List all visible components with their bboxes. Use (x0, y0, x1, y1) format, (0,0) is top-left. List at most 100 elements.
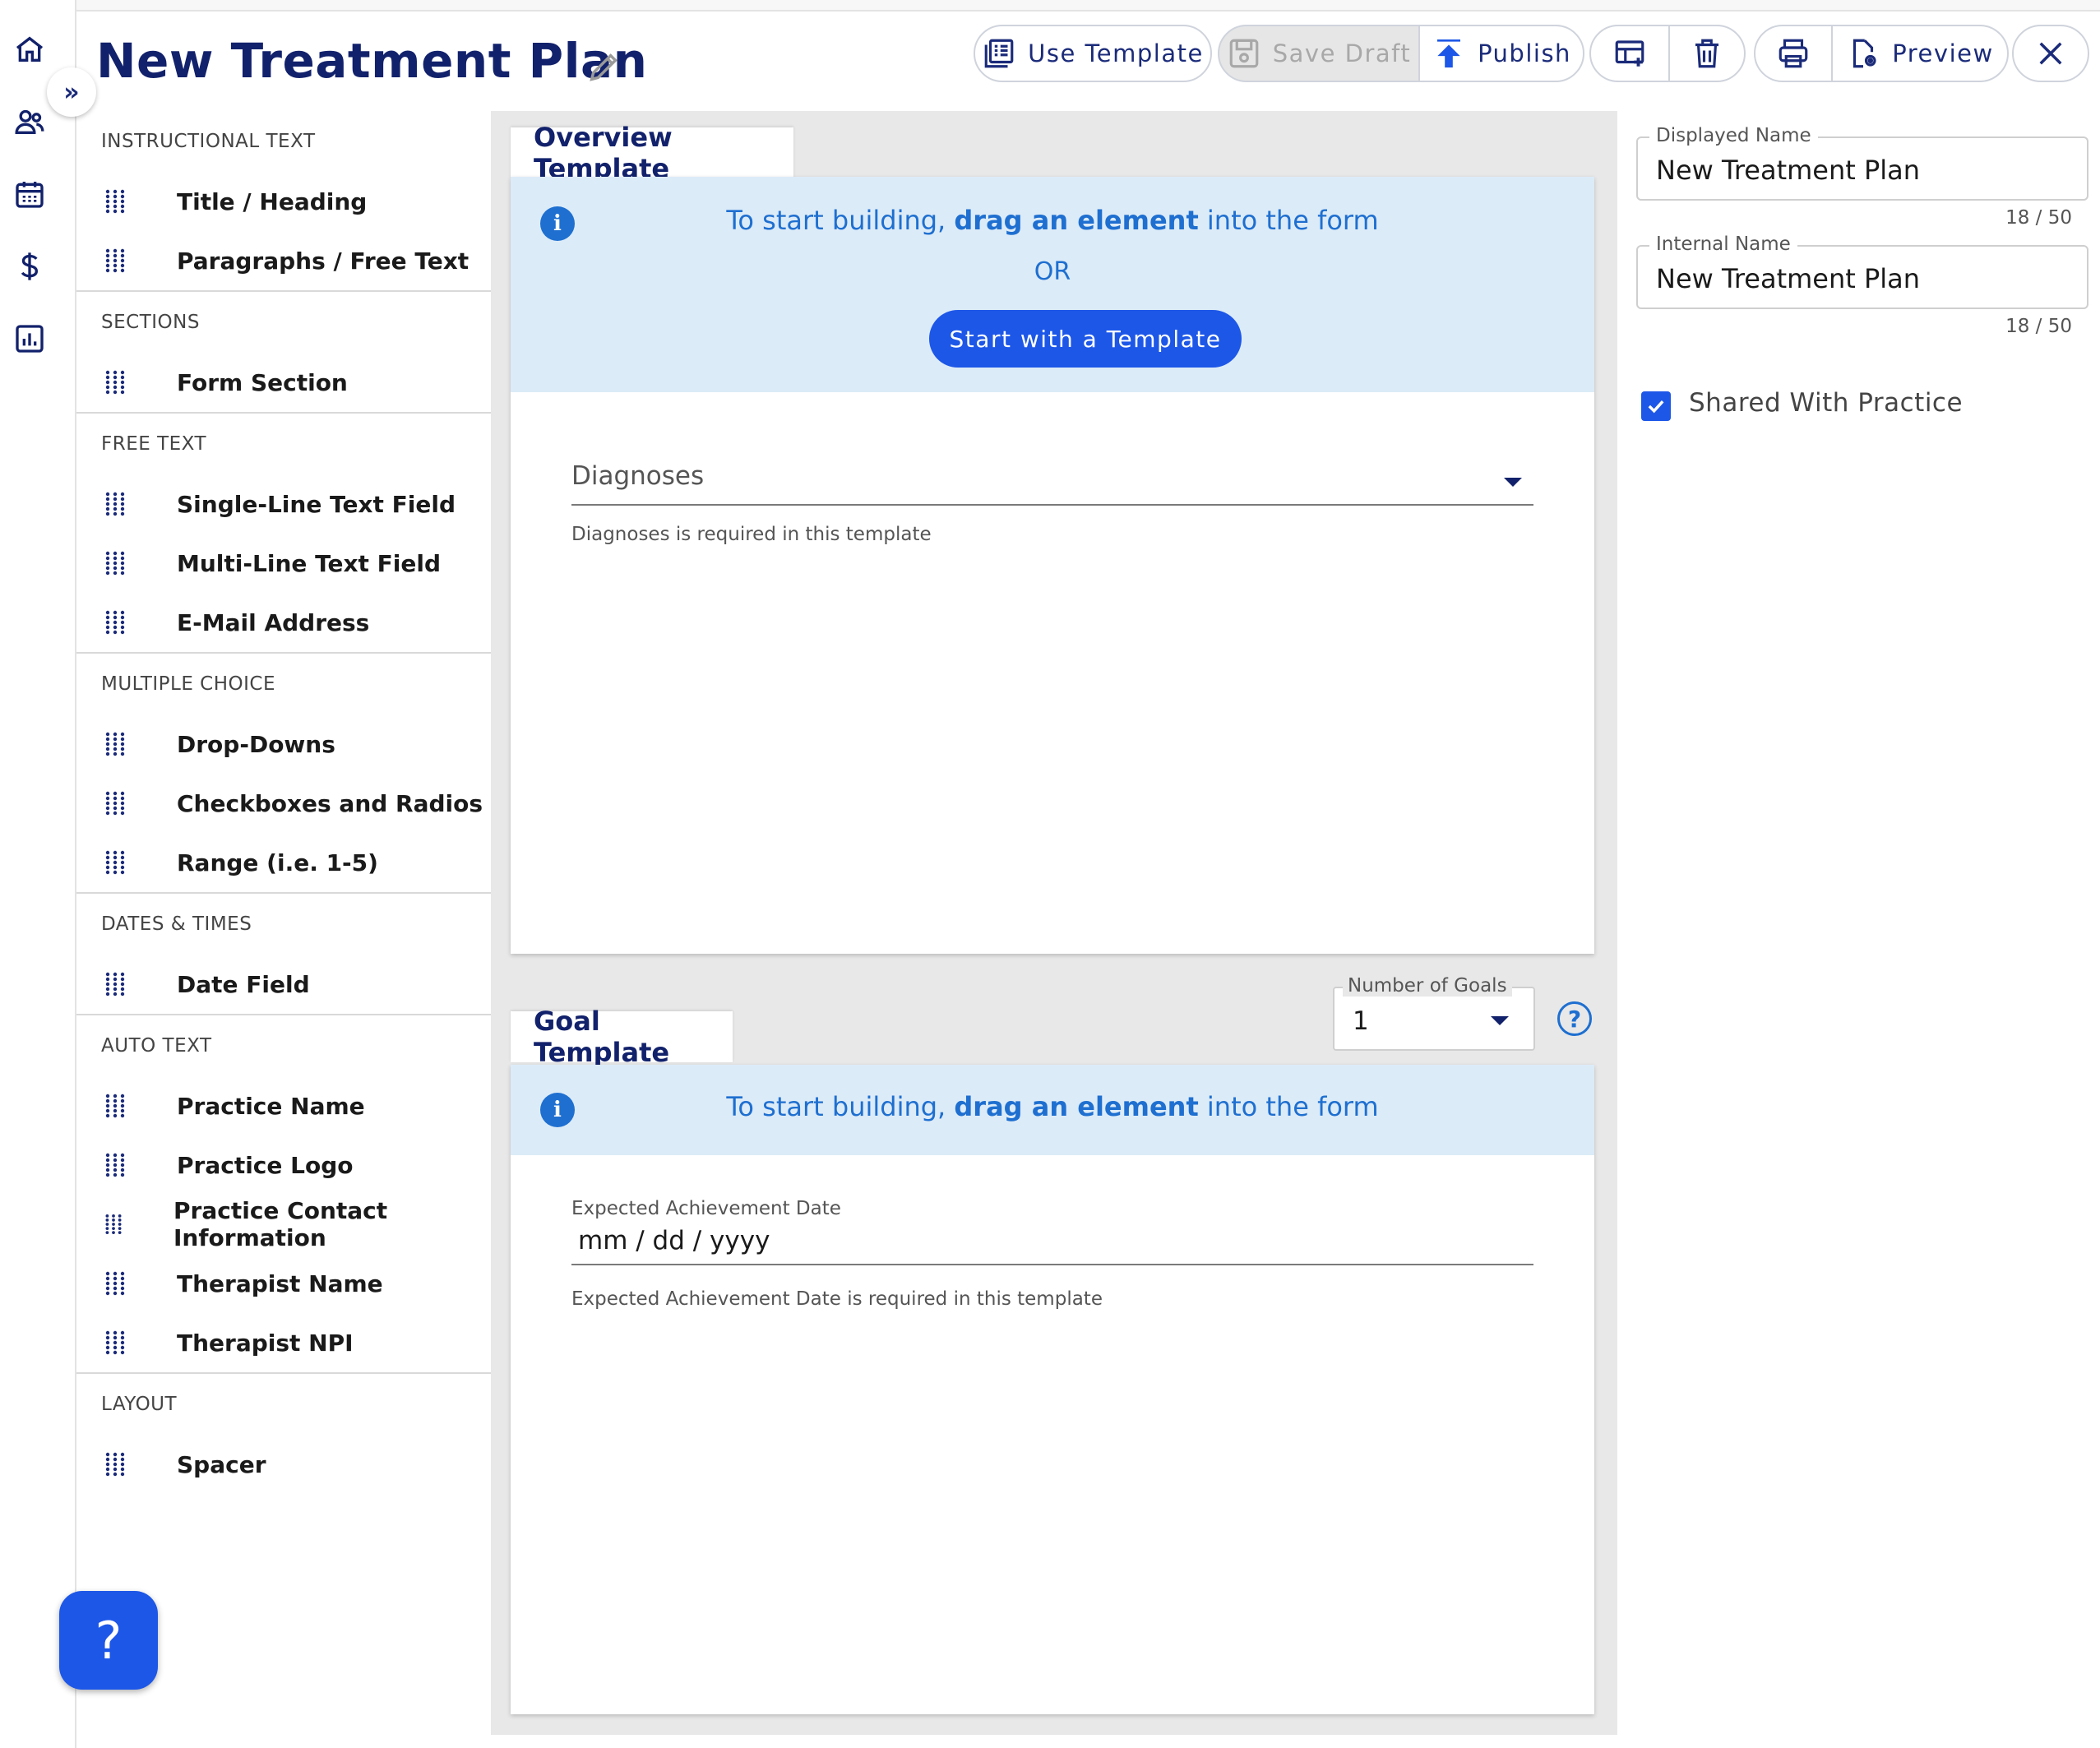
diagnoses-helper-text: Diagnoses is required in this template (571, 524, 932, 545)
billing-icon[interactable] (12, 248, 48, 284)
shared-with-practice-label: Shared With Practice (1689, 388, 1964, 418)
palette-item-label: Paragraphs / Free Text (177, 247, 469, 275)
palette-item[interactable]: Spacer (76, 1435, 491, 1494)
save-draft-button[interactable]: Save Draft (1218, 25, 1420, 82)
goal-info-banner: i To start building, drag an element int… (511, 1065, 1594, 1155)
palette-item-label: Therapist NPI (177, 1329, 354, 1357)
save-icon (1229, 39, 1259, 68)
palette-item[interactable]: Drop-Downs (76, 714, 491, 774)
element-palette: INSTRUCTIONAL TEXT Title / Heading Paragra… (76, 111, 491, 1494)
publish-button[interactable]: Publish (1418, 25, 1584, 82)
goal-panel: i To start building, drag an element int… (511, 1065, 1594, 1714)
palette-item[interactable]: Practice Logo (76, 1135, 491, 1195)
close-button[interactable] (2012, 25, 2089, 82)
use-template-button[interactable]: Use Template (974, 25, 1212, 82)
palette-item[interactable]: Date Field (76, 955, 491, 1014)
palette-section-header: LAYOUT (101, 1394, 178, 1415)
add-section-icon (1615, 40, 1644, 67)
palette-item[interactable]: Therapist NPI (76, 1313, 491, 1372)
drag-handle-icon (105, 972, 125, 997)
expected-date-input[interactable]: mm / dd / yyyy (571, 1226, 1533, 1265)
home-icon[interactable] (12, 31, 48, 67)
palette-item-label: Date Field (177, 970, 310, 998)
drag-handle-icon (105, 248, 125, 273)
palette-section-header: INSTRUCTIONAL TEXT (101, 131, 316, 152)
drag-handle-icon (105, 1330, 125, 1355)
pencil-icon[interactable] (585, 48, 623, 86)
palette-item[interactable]: Therapist Name (76, 1254, 491, 1313)
drag-handle-icon (105, 370, 125, 395)
printer-icon (1779, 39, 1808, 68)
expand-sidebar-button[interactable]: » (47, 67, 96, 117)
help-fab-button[interactable]: ? (59, 1591, 158, 1690)
palette-item-label: Title / Heading (177, 187, 368, 215)
displayed-name-counter: 18 / 50 (2005, 207, 2072, 229)
palette-item[interactable]: E-Mail Address (76, 593, 491, 652)
close-icon (2039, 42, 2062, 65)
palette-item-label: Form Section (177, 368, 348, 396)
palette-section-header: FREE TEXT (101, 433, 207, 455)
internal-name-field[interactable]: Internal Name New Treatment Plan (1636, 234, 2088, 309)
palette-section-header: MULTIPLE CHOICE (101, 673, 276, 695)
palette-item-label: Spacer (177, 1450, 266, 1478)
internal-name-value: New Treatment Plan (1656, 263, 1921, 294)
drag-handle-icon (105, 551, 125, 576)
check-icon (1648, 400, 1664, 414)
expected-date-helper-text: Expected Achievement Date is required in… (571, 1288, 1103, 1310)
tab-goal-template[interactable]: Goal Template (511, 1006, 733, 1068)
displayed-name-label: Displayed Name (1649, 125, 1818, 146)
displayed-name-field[interactable]: Displayed Name New Treatment Plan (1636, 125, 2088, 201)
diagnoses-select[interactable]: Diagnoses (571, 461, 1533, 506)
or-text: OR (1034, 257, 1071, 286)
palette-item-label: Range (i.e. 1-5) (177, 849, 378, 876)
add-section-button[interactable] (1589, 25, 1670, 82)
delete-button[interactable] (1668, 25, 1746, 82)
palette-item-label: Practice Contact Information (173, 1197, 388, 1251)
upload-icon (1437, 39, 1461, 68)
palette-item[interactable]: Title / Heading (76, 172, 491, 231)
print-button[interactable] (1754, 25, 1833, 82)
drag-handle-icon (105, 732, 125, 756)
number-of-goals-label: Number of Goals (1343, 975, 1512, 997)
number-of-goals-select[interactable]: Number of Goals 1 (1333, 975, 1535, 1051)
palette-item[interactable]: Paragraphs / Free Text (76, 231, 491, 290)
number-of-goals-value: 1 (1353, 1006, 1369, 1036)
help-circle-icon[interactable]: ? (1557, 1001, 1592, 1036)
palette-item[interactable]: Practice Contact Information (76, 1195, 491, 1254)
palette-item[interactable]: Range (i.e. 1-5) (76, 833, 491, 892)
overview-panel: i To start building, drag an element int… (511, 177, 1594, 954)
palette-section-header: SECTIONS (101, 312, 200, 333)
overview-info-banner: i To start building, drag an element int… (511, 177, 1594, 392)
palette-item[interactable]: Multi-Line Text Field (76, 534, 491, 593)
expected-date-label: Expected Achievement Date (571, 1198, 841, 1219)
nav-rail (0, 0, 76, 1748)
internal-name-label: Internal Name (1649, 234, 1797, 255)
palette-item-label: E-Mail Address (177, 608, 370, 636)
diagnoses-label: Diagnoses (571, 461, 705, 491)
tab-overview-template[interactable]: Overview Template (511, 122, 793, 184)
caret-down-icon (1491, 1016, 1509, 1025)
palette-item-label: Practice Logo (177, 1151, 354, 1179)
palette-item-label: Therapist Name (177, 1269, 383, 1297)
reports-icon[interactable] (12, 321, 48, 357)
palette-section-header: DATES & TIMES (101, 913, 252, 935)
shared-with-practice-checkbox[interactable] (1641, 391, 1671, 421)
drag-handle-icon (105, 791, 125, 816)
palette-item[interactable]: Practice Name (76, 1076, 491, 1135)
calendar-icon[interactable] (12, 176, 48, 212)
preview-icon (1853, 39, 1876, 68)
form-canvas: Overview Template i To start building, d… (491, 111, 1617, 1735)
save-draft-label: Save Draft (1272, 39, 1412, 67)
drag-handle-icon (105, 1094, 125, 1118)
drag-handle-icon (105, 1214, 122, 1235)
palette-item-label: Drop-Downs (177, 730, 335, 758)
template-icon (984, 39, 1014, 68)
clients-icon[interactable] (12, 104, 48, 140)
palette-item-label: Practice Name (177, 1092, 365, 1120)
start-with-template-button[interactable]: Start with a Template (929, 310, 1242, 368)
chevron-double-right-icon: » (63, 77, 80, 107)
preview-button[interactable]: Preview (1831, 25, 2009, 82)
palette-item[interactable]: Form Section (76, 353, 491, 412)
palette-item[interactable]: Single-Line Text Field (76, 474, 491, 534)
palette-item[interactable]: Checkboxes and Radios (76, 774, 491, 833)
